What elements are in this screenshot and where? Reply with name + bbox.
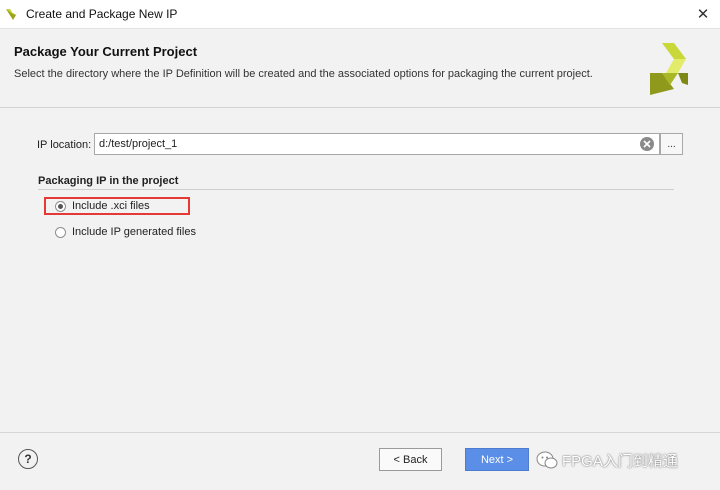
ip-location-input[interactable]: d:/test/project_1 xyxy=(94,133,660,155)
packaging-group-title: Packaging IP in the project xyxy=(38,175,179,187)
window-title: Create and Package New IP xyxy=(26,7,178,21)
browse-button[interactable]: ... xyxy=(660,133,683,155)
footer-divider xyxy=(0,432,720,433)
close-button[interactable]: ✕ xyxy=(686,0,720,28)
next-button[interactable]: Next > xyxy=(465,448,529,471)
vivado-app-icon xyxy=(6,8,20,20)
page-description: Select the directory where the IP Defini… xyxy=(14,68,593,80)
help-button[interactable]: ? xyxy=(18,449,38,469)
xilinx-logo-icon xyxy=(650,43,688,95)
browse-ellipsis-icon: ... xyxy=(667,138,676,150)
header-divider xyxy=(0,107,720,108)
clear-icon[interactable] xyxy=(639,136,655,152)
packaging-group-divider xyxy=(38,189,674,190)
close-icon: ✕ xyxy=(696,6,710,23)
wizard-header: Package Your Current Project Select the … xyxy=(0,29,720,107)
ip-location-value: d:/test/project_1 xyxy=(99,138,178,150)
back-button[interactable]: < Back xyxy=(379,448,442,471)
radio-button-unchecked[interactable] xyxy=(55,226,66,238)
watermark-text: FPGA入门到精通 xyxy=(562,452,678,470)
title-bar: Create and Package New IP ✕ xyxy=(0,0,720,29)
red-highlight-annotation xyxy=(44,197,190,215)
wechat-icon xyxy=(536,451,558,469)
page-title: Package Your Current Project xyxy=(14,44,198,59)
watermark: FPGA入门到精通 xyxy=(536,449,678,471)
radio-include-generated-label: Include IP generated files xyxy=(72,226,196,238)
radio-include-generated[interactable]: Include IP generated files xyxy=(55,224,196,240)
ip-location-label: IP location: xyxy=(37,139,92,151)
help-icon: ? xyxy=(24,452,32,466)
